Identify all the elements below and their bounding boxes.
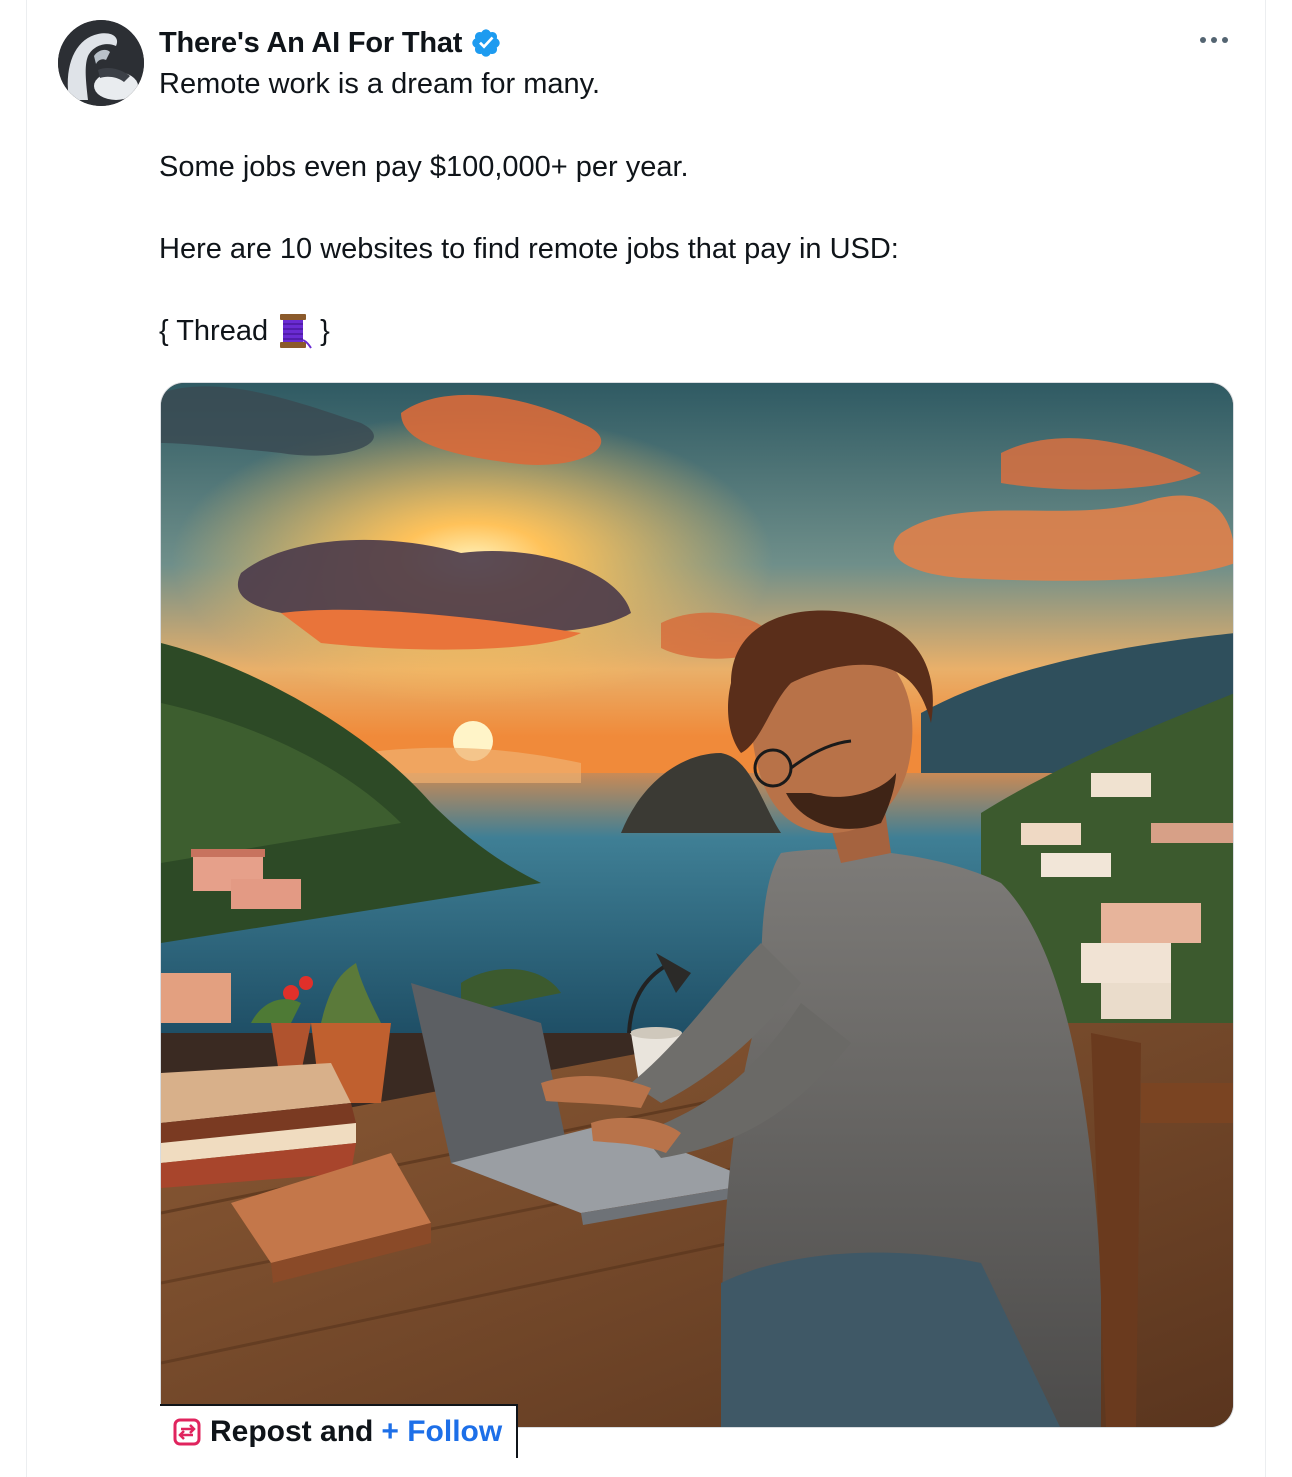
avatar-image: [58, 20, 144, 106]
tweet-text-line-1: Remote work is a dream for many.: [159, 68, 601, 100]
follow-label: + Follow: [381, 1415, 503, 1448]
more-options-button[interactable]: [1192, 22, 1236, 58]
thread-spool-icon: [276, 312, 312, 350]
thread-open-text: { Thread: [159, 314, 269, 347]
profile-avatar[interactable]: [58, 20, 144, 106]
repost-icon: [173, 1418, 201, 1446]
media-illustration: [161, 383, 1233, 1427]
author-name[interactable]: There's An AI For That: [159, 27, 462, 60]
repost-and-follow-button[interactable]: Repost and + Follow: [160, 1404, 519, 1458]
more-options-icon: [1200, 37, 1228, 43]
thread-close-text: }: [320, 314, 330, 347]
page: There's An AI For That Remote work is a …: [0, 0, 1292, 1477]
author-row: There's An AI For That: [159, 24, 502, 62]
tweet-text-thread: { Thread }: [159, 312, 330, 350]
post-media-image[interactable]: [160, 382, 1234, 1428]
repost-label: Repost and: [210, 1415, 374, 1448]
tweet-text-line-3: Here are 10 websites to find remote jobs…: [159, 233, 899, 265]
tweet-text-line-2: Some jobs even pay $100,000+ per year.: [159, 151, 689, 183]
verified-badge-icon: [470, 27, 502, 59]
